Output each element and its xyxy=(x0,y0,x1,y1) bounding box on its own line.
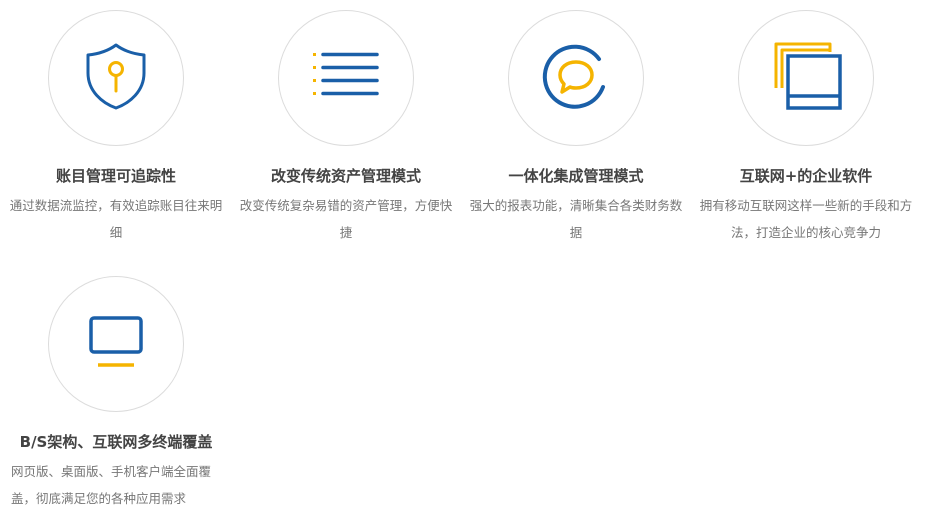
list-icon xyxy=(311,51,381,105)
feature-title: 改变传统资产管理模式 xyxy=(270,167,421,185)
feature-title: 一体化集成管理模式 xyxy=(508,167,644,185)
feature-card-multi-terminal: B/S架构、互联网多终端覆盖 网页版、桌面版、手机客户端全面覆盖，彻底满足您的各… xyxy=(1,276,231,512)
feature-card-tracking: 账目管理可追踪性 通过数据流监控，有效追踪账目往来明细 xyxy=(1,10,231,246)
feature-description: 改变传统复杂易错的资产管理，方便快捷 xyxy=(239,198,453,240)
feature-description: 通过数据流监控，有效追踪账目往来明细 xyxy=(9,198,223,240)
icon-circle xyxy=(48,10,184,146)
feature-card-integrated-management: 一体化集成管理模式 强大的报表功能，清晰集合各类财务数据 xyxy=(461,10,691,246)
feature-description: 强大的报表功能，清晰集合各类财务数据 xyxy=(469,198,683,240)
feature-title: 账目管理可追踪性 xyxy=(55,167,176,185)
monitor-icon xyxy=(86,315,146,373)
icon-circle xyxy=(508,10,644,146)
icon-circle xyxy=(278,10,414,146)
icon-circle xyxy=(738,10,874,146)
windows-stack-icon xyxy=(770,40,842,116)
feature-description: 网页版、桌面版、手机客户端全面覆盖，彻底满足您的各种应用需求 xyxy=(11,464,212,506)
feature-card-internet-software: 互联网+的企业软件 拥有移动互联网这样一些新的手段和方法，打造企业的核心竞争力 xyxy=(691,10,921,246)
feature-card-asset-management: 改变传统资产管理模式 改变传统复杂易错的资产管理，方便快捷 xyxy=(231,10,461,246)
chat-bubble-icon xyxy=(541,41,611,115)
shield-keyhole-icon xyxy=(84,41,148,115)
feature-title: B/S架构、互联网多终端覆盖 xyxy=(19,433,213,451)
feature-title: 互联网+的企业软件 xyxy=(739,167,873,185)
icon-circle xyxy=(48,276,184,412)
feature-description: 拥有移动互联网这样一些新的手段和方法，打造企业的核心竞争力 xyxy=(699,198,913,240)
